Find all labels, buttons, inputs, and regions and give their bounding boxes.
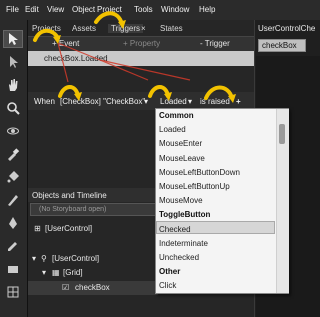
annotation-overlay [33,11,236,103]
yellow-arrow-icons [33,11,234,100]
red-connector-lines [57,42,191,83]
